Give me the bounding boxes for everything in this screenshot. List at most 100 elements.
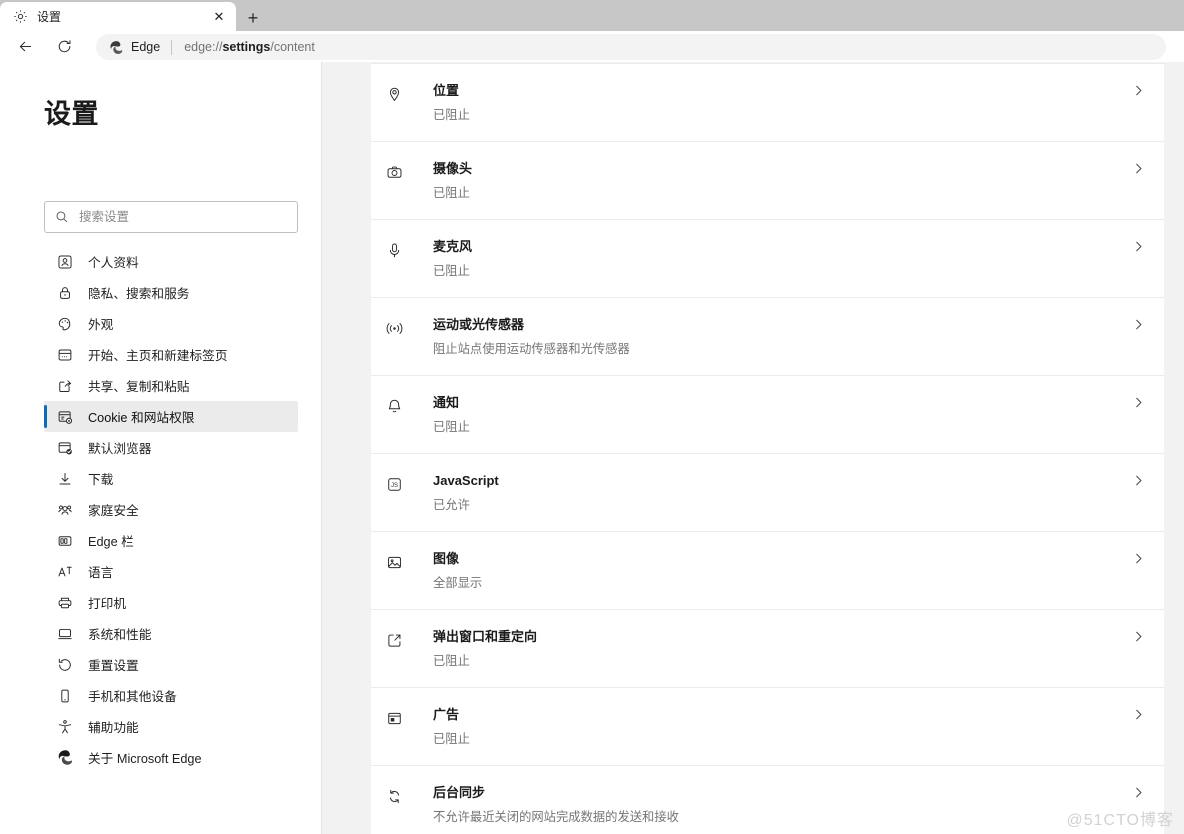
chevron-right-icon[interactable] [1118,396,1158,409]
sidebar-item-about-edge[interactable]: 关于 Microsoft Edge [44,742,298,773]
sidebar-item-label: 家庭安全 [88,504,139,518]
url-host: settings [222,40,271,54]
sidebar-item-profile[interactable]: 个人资料 [44,246,298,277]
bell-icon [384,396,404,416]
permission-row-notifications[interactable]: 通知 已阻止 [371,376,1164,454]
sidebar-item-label: 开始、主页和新建标签页 [88,349,228,363]
content-area: 位置 已阻止 摄像头 已阻止 麦克风 已阻止 运动或光传感器 阻止站点使用运动传… [322,62,1184,834]
sidebar-item-family-safety[interactable]: 家庭安全 [44,494,298,525]
sidebar-item-phone-devices[interactable]: 手机和其他设备 [44,680,298,711]
chevron-right-icon[interactable] [1118,240,1158,253]
chevron-right-icon[interactable] [1118,474,1158,487]
sidebar-item-label: Edge 栏 [88,535,134,549]
sidebar-item-system-performance[interactable]: 系统和性能 [44,618,298,649]
phone-icon [56,687,74,705]
ads-icon [384,708,404,728]
sidebar-item-share[interactable]: 共享、复制和粘贴 [44,370,298,401]
permission-status: 阻止站点使用运动传感器和光传感器 [433,342,630,356]
location-icon [384,84,404,104]
chevron-right-icon[interactable] [1118,630,1158,643]
family-icon [56,501,74,519]
chevron-right-icon[interactable] [1118,318,1158,331]
permission-row-popups-redirects[interactable]: 弹出窗口和重定向 已阻止 [371,610,1164,688]
permission-row-microphone[interactable]: 麦克风 已阻止 [371,220,1164,298]
chevron-right-icon[interactable] [1118,84,1158,97]
browser-toolbar: Edge edge://settings/content [0,31,1184,62]
permission-status: 已阻止 [433,420,470,434]
site-permissions-card: 位置 已阻止 摄像头 已阻止 麦克风 已阻止 运动或光传感器 阻止站点使用运动传… [371,63,1164,834]
omnibox-url[interactable]: edge://settings/content [184,40,315,54]
permission-status: 已阻止 [433,108,470,122]
sidebar-item-startpage[interactable]: 开始、主页和新建标签页 [44,339,298,370]
permission-row-location[interactable]: 位置 已阻止 [371,63,1164,142]
sidebar-item-label: 关于 Microsoft Edge [88,752,202,766]
sidebar-item-privacy[interactable]: 隐私、搜索和服务 [44,277,298,308]
permission-row-javascript[interactable]: JS JavaScript 已允许 [371,454,1164,532]
permission-row-motion-sensors[interactable]: 运动或光传感器 阻止站点使用运动传感器和光传感器 [371,298,1164,376]
palette-icon [56,315,74,333]
sidebar-item-printers[interactable]: 打印机 [44,587,298,618]
sidebar-item-appearance[interactable]: 外观 [44,308,298,339]
sidebar-item-label: 外观 [88,318,114,332]
permission-name: 位置 [433,83,460,98]
sidebar-item-languages[interactable]: 语言 [44,556,298,587]
page-title: 设置 [44,99,99,129]
browser-tab[interactable]: 设置 ✕ [0,2,236,31]
permission-status: 已阻止 [433,654,470,668]
permission-text: 位置 已阻止 [433,82,1118,123]
permission-name: JavaScript [433,473,499,488]
search-settings-box[interactable] [44,201,298,233]
url-path: /content [270,40,315,54]
permission-row-camera[interactable]: 摄像头 已阻止 [371,142,1164,220]
accessibility-icon [56,718,74,736]
search-input[interactable] [79,210,297,224]
permission-status: 不允许最近关闭的网站完成数据的发送和接收 [433,810,679,824]
chevron-right-icon[interactable] [1118,552,1158,565]
edge-bar-icon [56,532,74,550]
sidebar-item-label: 下载 [88,473,114,487]
sidebar-item-label: 默认浏览器 [88,442,152,456]
permission-name: 图像 [433,551,460,566]
sidebar-item-edge-bar[interactable]: Edge 栏 [44,525,298,556]
permission-status: 已阻止 [433,186,470,200]
permission-row-images[interactable]: 图像 全部显示 [371,532,1164,610]
language-icon [56,563,74,581]
sidebar-item-cookies-permissions[interactable]: Cookie 和网站权限 [44,401,298,432]
sidebar-item-label: 隐私、搜索和服务 [88,287,190,301]
sidebar-item-downloads[interactable]: 下载 [44,463,298,494]
permission-row-background-sync[interactable]: 后台同步 不允许最近关闭的网站完成数据的发送和接收 [371,766,1164,834]
sidebar-item-reset-settings[interactable]: 重置设置 [44,649,298,680]
permission-status: 已阻止 [433,732,470,746]
sidebar-item-default-browser[interactable]: 默认浏览器 [44,432,298,463]
chevron-right-icon[interactable] [1118,162,1158,175]
address-bar[interactable]: Edge edge://settings/content [96,34,1166,60]
permission-name: 弹出窗口和重定向 [433,629,538,644]
chevron-right-icon[interactable] [1118,708,1158,721]
permission-text: 摄像头 已阻止 [433,160,1118,201]
permission-row-ads[interactable]: 广告 已阻止 [371,688,1164,766]
chevron-right-icon[interactable] [1118,786,1158,799]
back-button[interactable] [10,33,40,61]
tab-title: 设置 [37,10,62,24]
permission-name: 麦克风 [433,239,473,254]
omnibox-brand: Edge [131,40,161,54]
refresh-button[interactable] [49,33,79,61]
settings-page: 设置 个人资料 [0,62,1184,834]
popup-icon [384,630,404,650]
profile-icon [56,253,74,271]
search-icon [55,210,69,224]
sidebar-item-label: 重置设置 [88,659,139,673]
startpage-icon [56,346,74,364]
lock-icon [56,284,74,302]
title-bar: 设置 ✕ + [0,0,1184,31]
sidebar-item-accessibility[interactable]: 辅助功能 [44,711,298,742]
share-icon [56,377,74,395]
sidebar-item-label: 手机和其他设备 [88,690,177,704]
permission-name: 广告 [433,707,460,722]
close-icon[interactable]: ✕ [208,6,230,28]
permission-status: 已阻止 [433,264,470,278]
image-icon [384,552,404,572]
new-tab-button[interactable]: + [238,5,268,31]
system-icon [56,625,74,643]
microphone-icon [384,240,404,260]
